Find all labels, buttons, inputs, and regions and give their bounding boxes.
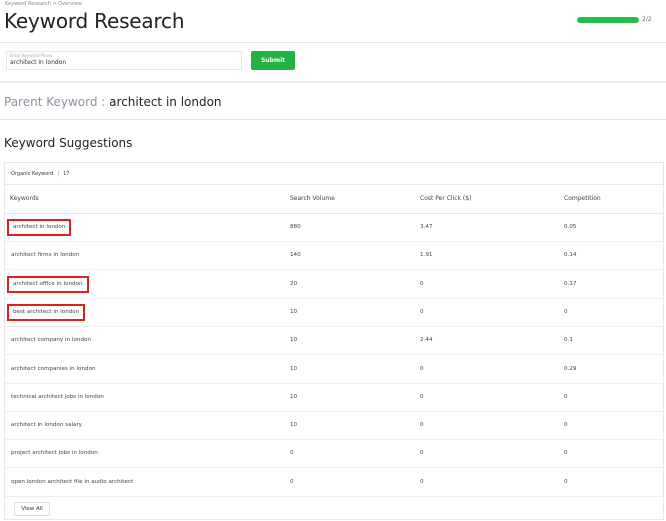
progress-indicator: 2/2 [577, 16, 652, 23]
cpc-cell: 0 [420, 450, 424, 457]
view-all-button[interactable]: View All [14, 502, 50, 516]
progress-text: 2/2 [642, 16, 652, 23]
cpc-cell: 0 [420, 422, 424, 429]
keyword-cell: architect companies in london [10, 356, 97, 383]
search-volume-cell: 10 [290, 337, 298, 344]
keyword-search-box[interactable]: Enter Keyword Phase [6, 51, 242, 70]
competition-cell: 0 [564, 393, 568, 400]
search-volume-cell: 10 [290, 422, 298, 429]
keyword-cell: architect in london [6, 214, 72, 241]
table-row[interactable]: project architect jobs in london 0 0 0 [5, 440, 663, 469]
table-row[interactable]: architect company in london 10 2.44 0.1 [5, 327, 663, 356]
competition-cell: 0.05 [564, 224, 577, 230]
keyword-suggestions-table: Organic Keyword | 17 Keywords Search Vol… [4, 162, 664, 520]
separator: | [57, 170, 60, 177]
keyword-text: architect in london salary [11, 422, 83, 429]
table-row[interactable]: architect firms in london 140 1.91 0.14 [5, 242, 663, 271]
keyword-text: open london architect file in audio arch… [11, 478, 134, 485]
organic-keyword-count: Organic Keyword | 17 [5, 163, 663, 185]
table-row[interactable]: best architect in london 10 0 0 [5, 299, 663, 327]
search-volume-cell: 0 [290, 478, 294, 485]
progress-fill [577, 16, 639, 23]
table-row[interactable]: architect office in london 20 0 0.17 [5, 271, 663, 299]
cpc-cell: 0 [420, 478, 424, 485]
table-row[interactable]: architect in london 880 3.47 0.05 [5, 214, 663, 242]
search-divider [0, 81, 666, 83]
parent-keyword-label: Parent Keyword : [4, 95, 106, 109]
competition-cell: 0 [564, 422, 568, 429]
parent-keyword-value: architect in london [109, 95, 222, 109]
competition-cell: 0.14 [564, 252, 577, 259]
keyword-cell: project architect jobs in london [10, 440, 99, 467]
competition-cell: 0.1 [564, 337, 573, 344]
organic-keyword-label: Organic Keyword [11, 170, 54, 177]
cpc-cell: 3.47 [420, 224, 433, 230]
cpc-cell: 0 [420, 393, 424, 400]
keyword-text-highlighted: best architect in london [6, 303, 86, 321]
keyword-text: architect firms in london [11, 252, 80, 259]
column-header-search-volume[interactable]: Search Volume [290, 185, 335, 213]
column-header-keywords[interactable]: Keywords [10, 185, 39, 213]
table-row[interactable]: open london architect file in audio arch… [5, 469, 663, 497]
search-volume-cell: 10 [290, 393, 298, 400]
submit-button[interactable]: Submit [251, 51, 295, 70]
keyword-text: architect company in london [11, 337, 91, 344]
keyword-cell: architect in london salary [10, 412, 83, 439]
table-row[interactable]: architect in london salary 10 0 0 [5, 412, 663, 441]
keyword-cell: technical architect jobs in london [10, 384, 105, 411]
search-volume-cell: 10 [290, 365, 298, 372]
keyword-cell: architect company in london [10, 327, 92, 354]
parent-divider [0, 119, 666, 120]
competition-cell: 0 [564, 308, 568, 315]
header-divider [0, 42, 666, 43]
keyword-text-highlighted: architect office in london [7, 275, 89, 293]
keyword-cell: open london architect file in audio arch… [10, 469, 134, 496]
keyword-cell: best architect in london [6, 299, 86, 326]
keyword-search-input[interactable] [10, 58, 235, 67]
table-row[interactable]: architect companies in london 10 0 0.29 [5, 356, 663, 384]
keyword-text-highlighted: architect in london [6, 219, 72, 236]
section-title: Keyword Suggestions [4, 136, 133, 150]
progress-track [577, 16, 639, 23]
cpc-cell: 0 [420, 280, 424, 287]
competition-cell: 0 [564, 450, 568, 457]
keyword-cell: architect office in london [7, 271, 89, 298]
cpc-cell: 0 [420, 308, 424, 315]
page-title: Keyword Research [4, 9, 185, 33]
parent-keyword: Parent Keyword : architect in london [4, 95, 222, 109]
competition-cell: 0 [564, 478, 568, 485]
search-volume-cell: 140 [290, 252, 301, 259]
cpc-cell: 1.91 [420, 252, 433, 259]
column-header-competition[interactable]: Competition [564, 185, 601, 213]
search-volume-cell: 10 [290, 308, 298, 315]
keyword-text: technical architect jobs in london [11, 393, 104, 400]
competition-cell: 0.17 [564, 280, 577, 287]
search-volume-cell: 20 [290, 280, 298, 287]
organic-keyword-value: 17 [63, 170, 70, 177]
search-volume-cell: 0 [290, 450, 294, 457]
keyword-text: project architect jobs in london [11, 450, 98, 457]
competition-cell: 0.29 [564, 365, 577, 372]
cpc-cell: 2.44 [420, 337, 433, 344]
search-volume-cell: 880 [290, 224, 301, 230]
cpc-cell: 0 [420, 365, 424, 372]
breadcrumb: Keyword Research > Overview [5, 1, 82, 7]
keyword-cell: architect firms in london [10, 242, 80, 269]
column-header-cpc[interactable]: Cost Per Click ($) [420, 185, 471, 213]
table-row[interactable]: technical architect jobs in london 10 0 0 [5, 384, 663, 412]
keyword-text: architect companies in london [11, 365, 96, 372]
